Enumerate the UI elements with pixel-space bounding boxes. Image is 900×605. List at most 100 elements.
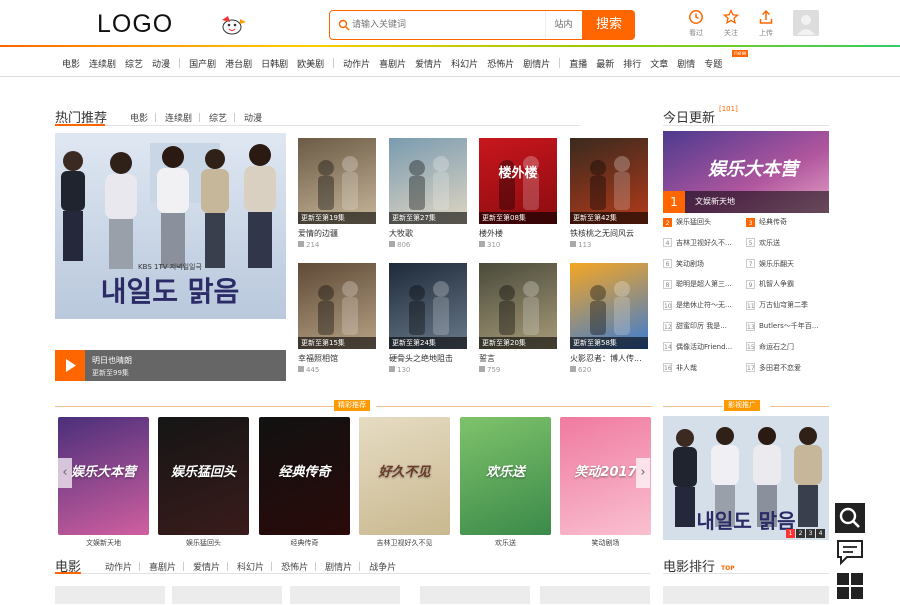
rank-title[interactable]: Butlers～千年百... bbox=[759, 321, 818, 331]
feature-title[interactable]: 明日也晴朗 bbox=[92, 355, 132, 366]
rank-title[interactable]: 命运石之门 bbox=[759, 342, 794, 352]
today-list-item[interactable]: 10 是绝休止符～无... bbox=[663, 300, 745, 310]
today-list-item[interactable]: 15 命运石之门 bbox=[746, 342, 828, 352]
tab-item[interactable]: 战争片 bbox=[369, 560, 396, 573]
carousel-next-button[interactable]: › bbox=[636, 458, 650, 488]
favorite-button[interactable]: 关注 bbox=[717, 9, 745, 38]
nav-item[interactable]: 电影 bbox=[62, 57, 80, 70]
video-title[interactable]: 大牧歌 bbox=[389, 228, 467, 239]
nav-item[interactable]: 剧情片 bbox=[523, 57, 550, 70]
rank-title[interactable]: 万古仙穹第二季 bbox=[759, 300, 808, 310]
featured-card[interactable]: 欢乐送 bbox=[460, 417, 551, 535]
nav-item[interactable]: 爱情片 bbox=[415, 57, 442, 70]
featured-card[interactable]: 娱乐猛回头 bbox=[158, 417, 249, 535]
tab-item[interactable]: 动作片 bbox=[105, 560, 132, 573]
avatar[interactable] bbox=[793, 10, 819, 36]
tab-item[interactable]: 综艺 bbox=[209, 111, 227, 124]
today-list-item[interactable]: 3 经典传奇 bbox=[746, 217, 828, 227]
nav-item[interactable]: 科幻片 bbox=[451, 57, 478, 70]
featured-card-label[interactable]: 笑动剧场 bbox=[560, 538, 651, 548]
featured-card-label[interactable]: 经典传奇 bbox=[259, 538, 350, 548]
featured-card-label[interactable]: 娱乐猛回头 bbox=[158, 538, 249, 548]
rank-title[interactable]: 偶像活动Friend... bbox=[676, 342, 732, 352]
today-list-item[interactable]: 11 万古仙穹第二季 bbox=[746, 300, 828, 310]
nav-item[interactable]: 剧情 bbox=[677, 57, 695, 70]
nav-item[interactable]: 港台剧 bbox=[225, 57, 252, 70]
video-card[interactable]: 更新至第19集 爱情的边疆 214 bbox=[298, 138, 376, 249]
video-title[interactable]: 硬骨头之绝地阻击 bbox=[389, 353, 467, 364]
featured-card[interactable]: 经典传奇 bbox=[259, 417, 350, 535]
video-poster[interactable]: 更新至第58集 bbox=[570, 263, 648, 349]
history-button[interactable]: 看过 bbox=[682, 9, 710, 38]
video-card[interactable]: 楼外楼 更新至第08集 楼外楼 310 bbox=[479, 138, 557, 249]
nav-item[interactable]: 文章 bbox=[650, 57, 668, 70]
video-card[interactable]: 更新至第42集 铁核桃之无间风云 113 bbox=[570, 138, 648, 249]
video-card[interactable]: 更新至第58集 火影忍者：博人传... 620 bbox=[570, 263, 648, 374]
today-list-item[interactable]: 7 娱乐乐翻天 bbox=[746, 259, 828, 269]
video-card[interactable]: 更新至第20集 誓言 759 bbox=[479, 263, 557, 374]
featured-card-label[interactable]: 文娱新天地 bbox=[58, 538, 149, 548]
rank-title[interactable]: 吉林卫视好久不... bbox=[676, 238, 732, 248]
rank-title[interactable]: 笑动剧场 bbox=[676, 259, 704, 269]
rank-title[interactable]: 娱乐乐翻天 bbox=[759, 259, 794, 269]
today-list-item[interactable]: 17 多田君不恋爱 bbox=[746, 363, 828, 373]
nav-item[interactable]: 直播 bbox=[569, 57, 587, 70]
nav-item[interactable]: 连续剧 bbox=[89, 57, 116, 70]
video-card[interactable]: 更新至第24集 硬骨头之绝地阻击 130 bbox=[389, 263, 467, 374]
promo-dot[interactable]: 2 bbox=[796, 529, 805, 538]
video-poster[interactable]: 更新至第27集 bbox=[389, 138, 467, 224]
tab-item[interactable]: 剧情片 bbox=[325, 560, 352, 573]
rank-title[interactable]: 是绝休止符～无... bbox=[676, 300, 732, 310]
nav-item[interactable]: 动漫 bbox=[152, 57, 170, 70]
rank-title[interactable]: 聪明是超人第三... bbox=[676, 279, 732, 289]
today-list-item[interactable]: 6 笑动剧场 bbox=[663, 259, 745, 269]
nav-item[interactable]: 喜剧片 bbox=[379, 57, 406, 70]
video-poster[interactable]: 更新至第20集 bbox=[479, 263, 557, 349]
today-list-item[interactable]: 5 欢乐送 bbox=[746, 238, 828, 248]
search-input[interactable] bbox=[352, 12, 537, 38]
rank-title[interactable]: 甜蜜印厉 我是... bbox=[676, 321, 727, 331]
video-title[interactable]: 爱情的边疆 bbox=[298, 228, 376, 239]
search-button[interactable]: 搜索 bbox=[583, 10, 635, 40]
video-poster[interactable]: 更新至第19集 bbox=[298, 138, 376, 224]
feature-caption[interactable] bbox=[55, 350, 286, 381]
today-feature-name[interactable]: 文娱新天地 bbox=[685, 191, 829, 213]
video-poster[interactable]: 楼外楼 更新至第08集 bbox=[479, 138, 557, 224]
nav-item[interactable]: 国产剧 bbox=[189, 57, 216, 70]
today-list-item[interactable]: 14 偶像活动Friend... bbox=[663, 342, 745, 352]
float-feedback-button[interactable] bbox=[835, 537, 865, 567]
video-title[interactable]: 铁核桃之无间风云 bbox=[570, 228, 648, 239]
rank-title[interactable]: 非人哉 bbox=[676, 363, 697, 373]
nav-item[interactable]: 最新 bbox=[596, 57, 614, 70]
rank-title[interactable]: 多田君不恋爱 bbox=[759, 363, 801, 373]
tab-item[interactable]: 恐怖片 bbox=[281, 560, 308, 573]
carousel-prev-button[interactable]: ‹ bbox=[58, 458, 72, 488]
promo-dot[interactable]: 1 bbox=[786, 529, 795, 538]
logo[interactable]: LOGO bbox=[97, 10, 173, 39]
today-list-item[interactable]: 9 机智人争霸 bbox=[746, 279, 828, 289]
promo-dot[interactable]: 3 bbox=[806, 529, 815, 538]
nav-item[interactable]: 欧美剧 bbox=[297, 57, 324, 70]
video-card[interactable]: 更新至第27集 大牧歌 806 bbox=[389, 138, 467, 249]
tab-item[interactable]: 科幻片 bbox=[237, 560, 264, 573]
today-list-item[interactable]: 4 吉林卫视好久不... bbox=[663, 238, 745, 248]
video-poster[interactable]: 更新至第42集 bbox=[570, 138, 648, 224]
feature-poster[interactable]: KBS 1TV 저녁일일극 내일도 맑음 bbox=[55, 133, 286, 319]
today-list-item[interactable]: 12 甜蜜印厉 我是... bbox=[663, 321, 745, 331]
today-list-item[interactable]: 2 娱乐猛回头 bbox=[663, 217, 745, 227]
video-title[interactable]: 火影忍者：博人传... bbox=[570, 353, 648, 364]
tab-item[interactable]: 电影 bbox=[130, 111, 148, 124]
float-search-button[interactable] bbox=[835, 503, 865, 533]
nav-item[interactable]: 动作片 bbox=[343, 57, 370, 70]
video-poster[interactable]: 更新至第15集 bbox=[298, 263, 376, 349]
promo-dot[interactable]: 4 bbox=[816, 529, 825, 538]
float-menu-button[interactable] bbox=[835, 571, 865, 601]
tab-item[interactable]: 动漫 bbox=[244, 111, 262, 124]
nav-item[interactable]: 恐怖片 bbox=[487, 57, 514, 70]
rank-title[interactable]: 机智人争霸 bbox=[759, 279, 794, 289]
featured-card[interactable]: 好久不见 bbox=[359, 417, 450, 535]
nav-item[interactable]: 日韩剧 bbox=[261, 57, 288, 70]
rank-title[interactable]: 欢乐送 bbox=[759, 238, 780, 248]
video-poster[interactable]: 更新至第24集 bbox=[389, 263, 467, 349]
nav-item[interactable]: 专题 bbox=[704, 57, 722, 70]
